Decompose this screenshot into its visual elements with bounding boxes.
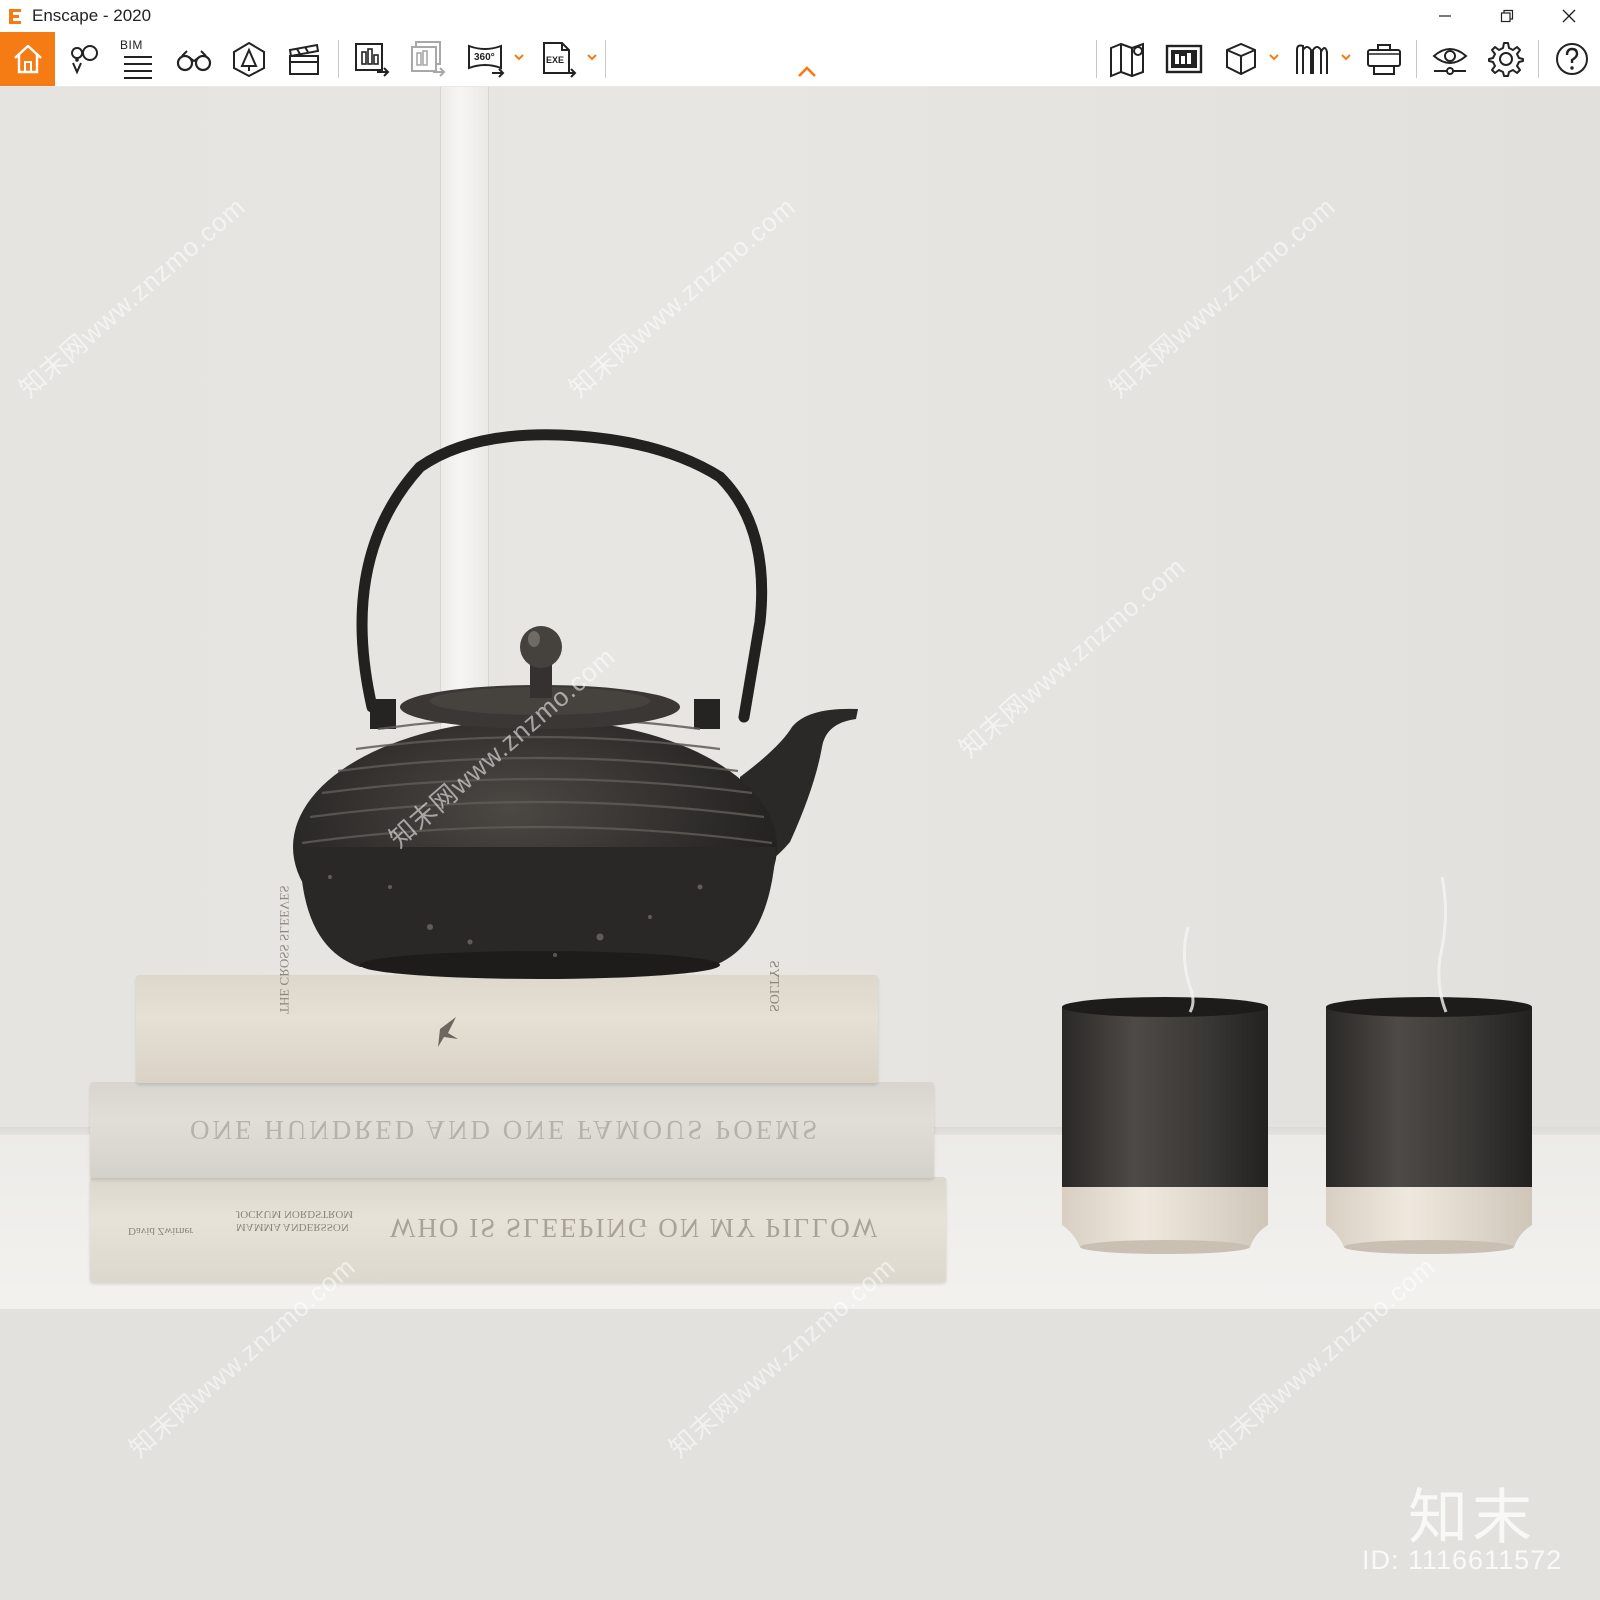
close-icon [1562,9,1576,23]
toolbar-separator [1538,40,1539,78]
export-button[interactable]: EXE [535,32,583,86]
render-viewport[interactable]: WHO IS SLEEPING ON MY PILLOW MAMMA ANDER… [0,87,1600,1600]
gallery-icon [1165,44,1203,74]
home-button[interactable] [0,32,55,86]
sync-dropdown-chevron-down-icon[interactable] [1339,50,1353,64]
help-button[interactable] [1548,32,1596,86]
vr-button[interactable] [1360,32,1408,86]
map-pin-icon [71,45,98,75]
gear-icon [1488,42,1524,77]
book-top-title: THE CROSS SLEEVES [277,885,292,1014]
batch-export-icon [411,41,446,77]
render-image-button[interactable] [348,32,396,86]
toolbar-separator [605,40,606,78]
close-button[interactable] [1538,0,1600,32]
settings-button[interactable] [1482,32,1530,86]
cube-view-button[interactable] [1216,32,1264,86]
asset-library-button[interactable] [225,32,273,86]
collapse-toolbar-chevron-up-icon[interactable] [796,64,818,80]
clapperboard-icon [288,43,320,75]
binoculars-icon [176,50,212,72]
image-export-icon [355,43,390,77]
bim-button[interactable]: BIM [113,32,163,86]
gallery-button[interactable] [1160,32,1208,86]
bim-label: BIM [120,38,143,52]
enscape-logo-icon [6,6,26,26]
help-icon [1556,43,1588,75]
export-label: EXE [546,55,564,65]
export-dropdown-chevron-down-icon[interactable] [585,50,599,64]
panorama-dropdown-chevron-down-icon[interactable] [512,50,526,64]
panorama-360-icon: 360° [468,44,505,78]
restore-button[interactable] [1476,0,1538,32]
sync-views-icon [1296,44,1328,74]
panorama-button[interactable]: 360° [462,32,510,86]
batch-render-button[interactable] [404,32,452,86]
toolbar-separator [1096,40,1097,78]
restore-icon [1500,9,1514,23]
window-title: Enscape - 2020 [32,6,152,25]
video-editor-button[interactable] [280,32,328,86]
walk-mode-button[interactable] [170,32,218,86]
minimize-icon [1439,15,1451,17]
title-bar: Enscape - 2020 [0,0,1600,32]
tea-cup-left [1062,926,1268,1254]
map-button[interactable] [1104,32,1152,86]
map-icon [1110,42,1144,78]
minimize-button[interactable] [1414,0,1476,32]
cube-icon [1226,42,1256,76]
book-top-bird-logo-icon [438,1017,458,1047]
views-button[interactable] [60,32,108,86]
tea-cup-right [1326,876,1532,1254]
visual-settings-button[interactable] [1426,32,1474,86]
book-top-publisher: SOLTYS [766,960,781,1012]
teapot [293,429,858,979]
bim-list-icon [124,56,152,79]
toolbar-separator [1416,40,1417,78]
panorama-label: 360° [474,52,495,63]
eye-settings-icon [1432,48,1468,75]
vr-headset-icon [1367,44,1401,75]
toolbar-separator [338,40,339,78]
exe-export-icon: EXE [543,42,577,78]
sync-views-button[interactable] [1288,32,1336,86]
asset-library-icon [233,41,265,78]
watermark-brand: 知末 [1408,1484,1536,1551]
home-icon [13,44,42,74]
watermark-id: ID: 1116611572 [1362,1545,1563,1575]
cube-dropdown-chevron-down-icon[interactable] [1267,50,1281,64]
